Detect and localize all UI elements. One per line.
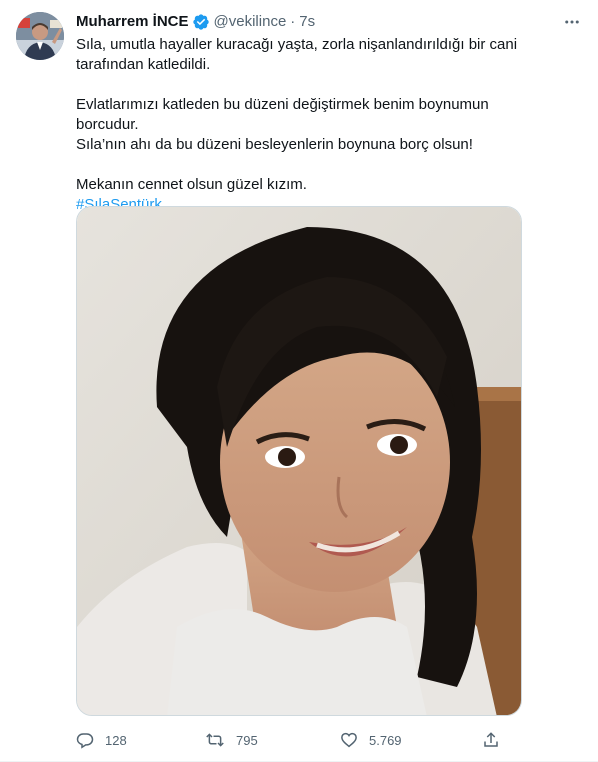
reply-icon [76,733,94,749]
reply-button[interactable]: 128 [76,730,127,750]
more-options-icon[interactable] [562,12,582,32]
photo-of-girl [77,207,521,715]
user-avatar[interactable] [16,12,64,60]
tweet-header: Muharrem İNCE @vekilince · 7s [76,12,582,32]
tweet-photo[interactable] [76,206,522,716]
verified-badge-icon [192,13,210,31]
author-display-name[interactable]: Muharrem İNCE [76,12,189,32]
tweet-timestamp[interactable]: 7s [299,12,315,32]
tweet[interactable]: Muharrem İNCE @vekilince · 7s Sıla, umut… [0,0,598,762]
retweet-count: 795 [236,732,258,748]
like-button[interactable]: 5.769 [340,730,402,750]
share-button[interactable] [482,730,500,750]
author-handle[interactable]: @vekilince [214,12,287,32]
retweet-button[interactable]: 795 [205,730,258,750]
avatar-image [16,12,64,60]
header-separator: · [290,13,296,30]
reply-count: 128 [105,732,127,748]
tweet-content: Muharrem İNCE @vekilince · 7s Sıla, umut… [76,12,582,215]
tweet-actions: 128 795 5.769 [76,730,506,750]
like-count: 5.769 [369,732,402,748]
like-icon [341,732,357,748]
tweet-closing-line: Mekanın cennet olsun güzel kızım. [76,176,307,193]
tweet-text: Sıla, umutla hayaller kuracağı yaşta, zo… [76,35,536,215]
tweet-paragraph: Sıla, umutla hayaller kuracağı yaşta, zo… [76,36,522,73]
share-icon [484,732,498,747]
tweet-paragraph: Evlatlarımızı katleden bu düzeni değişti… [76,96,489,153]
retweet-icon [206,733,224,747]
